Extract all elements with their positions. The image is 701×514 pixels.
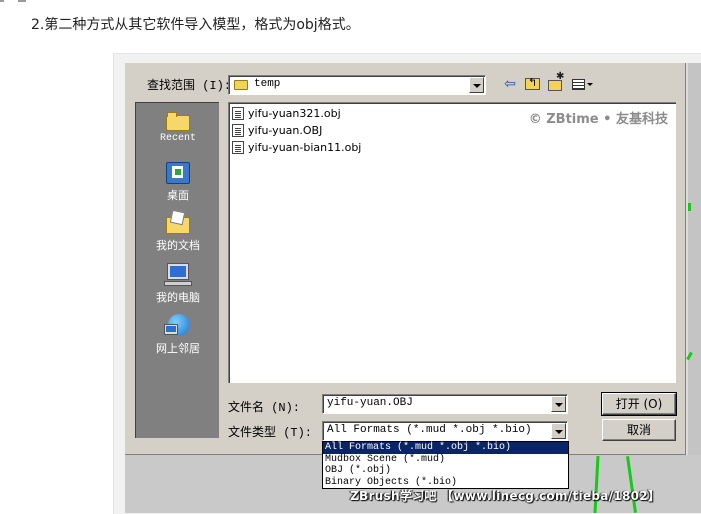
watermark: © ZBtime • 友基科技 (528, 112, 668, 127)
viewport-right-strip (686, 63, 701, 455)
desktop-icon (165, 161, 191, 185)
up-folder-icon[interactable]: ↰ (523, 75, 543, 93)
filetype-value: All Formats (*.mud *.obj *.bio) (327, 424, 532, 436)
lookin-value: temp (254, 78, 281, 90)
file-name: yifu-yuan.OBJ (248, 124, 323, 137)
place-label: 我的文档 (156, 239, 200, 252)
filename-combo[interactable]: yifu-yuan.OBJ (322, 394, 568, 414)
places-bar: Recent 桌面 我的文档 我的电脑 网上邻居 (135, 102, 219, 438)
place-label: 我的电脑 (156, 291, 200, 304)
file-name: yifu-yuan-bian11.obj (248, 141, 362, 154)
place-label: Recent (159, 133, 196, 144)
lookin-label: 查找范围 (I): (147, 79, 232, 93)
place-network[interactable]: 网上邻居 (136, 314, 220, 356)
obj-file-icon (232, 107, 244, 120)
new-folder-icon[interactable]: ✱ (546, 72, 566, 93)
view-menu-icon[interactable] (571, 75, 595, 93)
open-button[interactable]: 打开 (O) (601, 392, 677, 416)
place-label: 网上邻居 (156, 342, 200, 355)
place-desktop[interactable]: 桌面 (136, 161, 220, 203)
recent-folder-icon (166, 111, 190, 131)
viewport-curve (688, 203, 691, 211)
filename-value: yifu-yuan.OBJ (327, 397, 413, 409)
chevron-down-icon[interactable] (469, 77, 484, 93)
filetype-dropdown-list: All Formats (*.mud *.obj *.bio) Mudbox S… (322, 441, 569, 489)
place-label: 桌面 (167, 189, 189, 202)
open-file-dialog: 查找范围 (I): temp ⇦ ↰ ✱ Recent 桌面 我的文档 我的电脑… (125, 63, 686, 455)
filetype-label: 文件类型 (T): (228, 426, 313, 440)
place-my-documents[interactable]: 我的文档 (136, 209, 220, 253)
filename-label: 文件名 (N): (228, 401, 301, 415)
article-instruction: 2.第二种方式从其它软件导入模型，格式为obj格式。 (31, 17, 360, 33)
chevron-down-icon[interactable] (551, 423, 566, 439)
top-edge-mark (0, 0, 30, 6)
filetype-option[interactable]: OBJ (*.obj) (323, 465, 568, 477)
filetype-option[interactable]: All Formats (*.mud *.obj *.bio) (323, 442, 568, 454)
file-list[interactable]: yifu-yuan321.obj yifu-yuan.OBJ yifu-yuan… (228, 102, 676, 383)
cancel-button[interactable]: 取消 (602, 419, 676, 441)
obj-file-icon (232, 124, 244, 137)
site-caption: ZBrush学习吧 【www.linecg.com/tieba/1802】 (350, 489, 661, 503)
network-icon (164, 314, 192, 338)
obj-file-icon (232, 141, 244, 154)
filetype-combo[interactable]: All Formats (*.mud *.obj *.bio) (322, 421, 568, 441)
my-documents-icon (165, 209, 191, 235)
back-arrow-icon[interactable]: ⇦ (500, 75, 520, 93)
chevron-down-icon[interactable] (551, 396, 566, 412)
place-recent[interactable]: Recent (136, 111, 220, 144)
file-name: yifu-yuan321.obj (248, 107, 341, 120)
place-my-computer[interactable]: 我的电脑 (136, 263, 220, 305)
folder-icon (234, 80, 248, 90)
lookin-combo[interactable]: temp (228, 75, 486, 95)
my-computer-icon (164, 263, 192, 287)
